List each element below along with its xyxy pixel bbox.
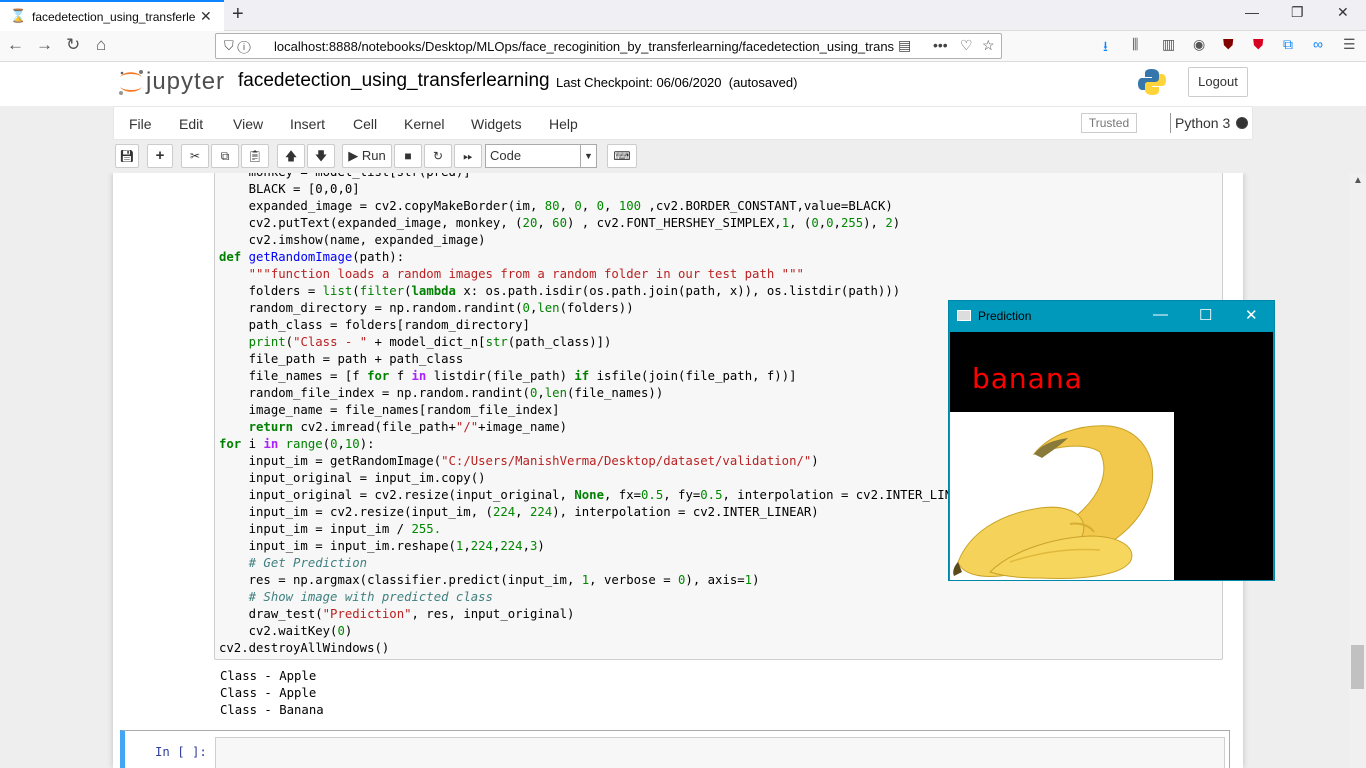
empty-code-cell[interactable]: In [ ]: — [120, 730, 1230, 768]
privacy-icon[interactable]: ⛊ — [1253, 36, 1264, 53]
scroll-up-icon[interactable]: ▲ — [1353, 175, 1363, 186]
code-editor[interactable]: monkey = model_list[str(pred)] BLACK = [… — [219, 173, 982, 657]
window-icon — [957, 310, 971, 321]
run-label: Run — [361, 148, 386, 163]
bookmark-star-icon[interactable]: ☆ — [982, 37, 995, 54]
restart-run-all-icon[interactable]: ⏩︎ — [454, 144, 482, 168]
browser-tab[interactable]: ⌛ facedetection_using_transferlearning ✕ — [0, 0, 224, 31]
page-actions-icon[interactable]: ••• — [933, 37, 948, 53]
move-up-icon[interactable]: 🡅 — [277, 144, 305, 168]
account-icon[interactable]: ◉ — [1193, 36, 1205, 53]
kernel-divider — [1170, 113, 1171, 133]
prediction-label: banana — [972, 362, 1083, 395]
home-icon[interactable]: ⌂ — [96, 35, 106, 55]
run-icon: ▶︎ — [348, 148, 359, 163]
reader-view-icon[interactable]: ▤ — [898, 37, 911, 54]
sidebar-icon[interactable]: ▥ — [1162, 36, 1175, 53]
jupyter-header: jupyter facedetection_using_transferlear… — [0, 62, 1366, 106]
python-logo-icon — [1138, 69, 1166, 95]
jupyter-logo-text[interactable]: jupyter — [146, 68, 225, 96]
extension-icon[interactable]: ⧉ — [1283, 36, 1293, 53]
close-tab-icon[interactable]: ✕ — [200, 8, 212, 25]
scroll-thumb[interactable] — [1351, 645, 1364, 689]
notebook-menu-bar: File Edit View Insert Cell Kernel Widget… — [113, 106, 1253, 140]
cell-output: Class - Apple Class - Apple Class - Banana — [220, 668, 324, 719]
trusted-indicator[interactable]: Trusted — [1081, 113, 1137, 133]
banana-image — [950, 412, 1174, 580]
ublock-icon[interactable]: ⛊ — [1223, 36, 1234, 53]
close-window-icon[interactable]: ✕ — [1337, 4, 1349, 21]
prediction-canvas: banana — [950, 332, 1273, 580]
cell-type-select[interactable]: Code ▼ — [485, 144, 597, 168]
url-bar[interactable]: ⛉ ⓘ localhost:8888/notebooks/Desktop/MLO… — [215, 33, 1002, 59]
menu-file[interactable]: File — [129, 116, 152, 132]
restart-icon[interactable]: ↻ — [424, 144, 452, 168]
output-line: Class - Apple — [220, 686, 317, 700]
minimize-icon[interactable]: — — [1245, 4, 1259, 20]
browser-tab-bar: ⌛ facedetection_using_transferlearning ✕… — [0, 0, 1366, 31]
hourglass-icon: ⌛ — [10, 8, 27, 23]
output-line: Class - Apple — [220, 669, 317, 683]
url-text[interactable]: localhost:8888/notebooks/Desktop/MLOps/f… — [274, 39, 894, 54]
prediction-titlebar[interactable]: Prediction — ☐ ✕ — [949, 301, 1274, 331]
menu-widgets[interactable]: Widgets — [471, 116, 522, 132]
minimize-icon[interactable]: — — [1153, 306, 1168, 323]
jupyter-logo-icon — [119, 70, 143, 95]
insert-cell-icon[interactable]: + — [147, 144, 173, 168]
checkpoint-text: Last Checkpoint: 06/06/2020 — [556, 75, 722, 90]
new-tab-button[interactable]: + — [232, 3, 244, 26]
maximize-icon[interactable]: ☐ — [1199, 306, 1212, 324]
pocket-icon[interactable]: ♡ — [960, 37, 973, 54]
prediction-window[interactable]: Prediction — ☐ ✕ banana — [948, 300, 1275, 581]
back-icon[interactable]: ← — [7, 35, 24, 55]
copy-icon[interactable]: ⧉ — [211, 144, 239, 168]
run-button[interactable]: ▶︎ Run — [342, 144, 392, 168]
cell-type-value: Code — [490, 148, 522, 163]
menu-insert[interactable]: Insert — [290, 116, 325, 132]
prediction-window-title: Prediction — [978, 309, 1032, 323]
shield-icon[interactable]: ⛉ ⓘ — [224, 38, 251, 54]
tab-title: facedetection_using_transferlearning — [32, 10, 196, 24]
browser-nav-bar: ← → ↻ ⌂ ⛉ ⓘ localhost:8888/notebooks/Des… — [0, 31, 1366, 62]
page-scrollbar[interactable]: ▲ — [1349, 173, 1366, 768]
menu-edit[interactable]: Edit — [179, 116, 203, 132]
download-icon[interactable]: ⭳ — [1103, 36, 1108, 60]
notebook-toolbar: 💾︎ + ✂ ⧉ 📋︎ 🡅 🡇 ▶︎ Run ■ ↻ ⏩︎ Code ▼ ⌨ — [113, 140, 1253, 173]
close-icon[interactable]: ✕ — [1245, 306, 1258, 324]
autosave-status: (autosaved) — [728, 75, 798, 90]
cut-icon[interactable]: ✂ — [181, 144, 209, 168]
menu-cell[interactable]: Cell — [353, 116, 377, 132]
sync-icon[interactable]: ∞ — [1313, 36, 1323, 52]
menu-kernel[interactable]: Kernel — [404, 116, 444, 132]
forward-icon[interactable]: → — [36, 35, 53, 55]
move-down-icon[interactable]: 🡇 — [307, 144, 335, 168]
library-icon[interactable]: ⫼ — [1132, 36, 1138, 53]
menu-view[interactable]: View — [233, 116, 263, 132]
empty-cell-input[interactable] — [215, 737, 1225, 768]
save-icon[interactable]: 💾︎ — [115, 144, 139, 168]
banana-illustration — [950, 412, 1174, 580]
cell-prompt: In [ ]: — [155, 745, 207, 759]
menu-help[interactable]: Help — [549, 116, 578, 132]
notebook-name[interactable]: facedetection_using_transferlearning — [238, 70, 550, 92]
menu-icon[interactable]: ☰ — [1343, 36, 1356, 53]
chevron-down-icon: ▼ — [580, 145, 596, 167]
keyboard-icon[interactable]: ⌨ — [607, 144, 637, 168]
logout-button[interactable]: Logout — [1188, 67, 1248, 97]
restore-icon[interactable]: ❐ — [1291, 4, 1304, 21]
paste-icon[interactable]: 📋︎ — [241, 144, 269, 168]
kernel-status-icon — [1236, 117, 1248, 129]
reload-icon[interactable]: ↻ — [66, 35, 80, 55]
kernel-name[interactable]: Python 3 — [1175, 115, 1230, 131]
checkpoint-info: Last Checkpoint: 06/06/2020 (autosaved) — [556, 75, 797, 90]
output-line: Class - Banana — [220, 703, 324, 717]
interrupt-icon[interactable]: ■ — [394, 144, 422, 168]
